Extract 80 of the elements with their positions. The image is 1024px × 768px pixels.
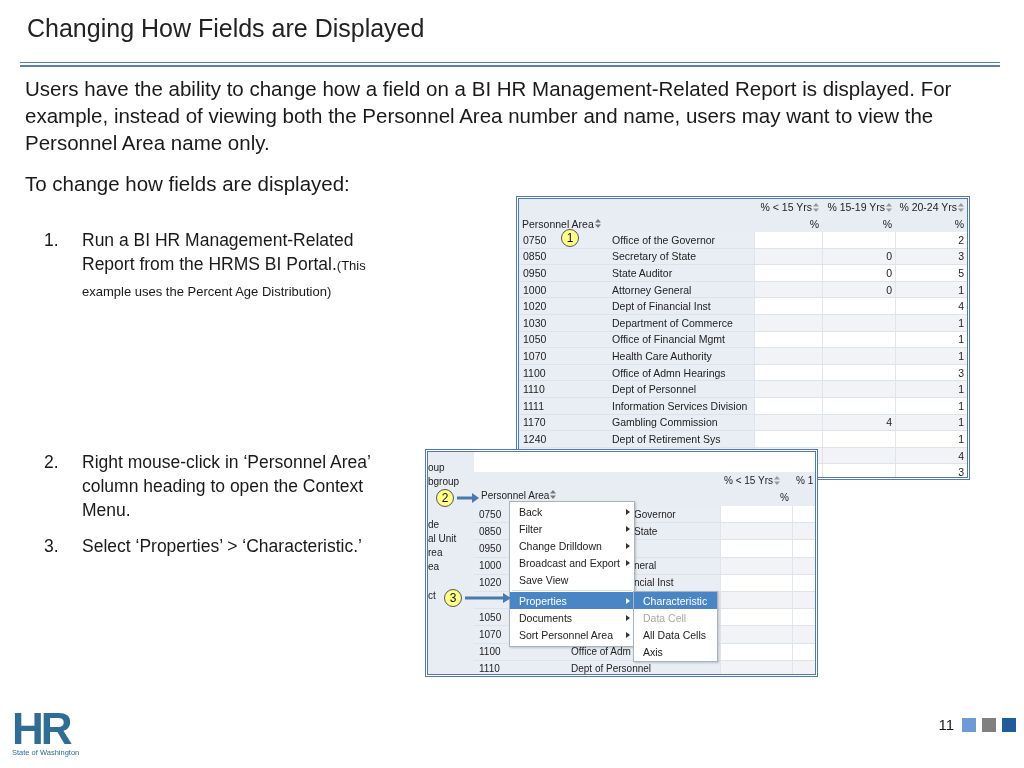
header-cell: % (720, 489, 792, 506)
table-cell: 1240 (519, 431, 608, 448)
caret-icon (626, 542, 630, 549)
sort-icon[interactable] (774, 476, 780, 485)
step-number: 3. (44, 535, 60, 558)
logo-letters: HR (12, 710, 71, 748)
table-cell: 3 (895, 464, 967, 477)
column-header[interactable]: % 1 (792, 472, 815, 489)
table-cell: 0 (822, 265, 895, 282)
page-number: 11 (938, 716, 954, 733)
table-cell: 1 (895, 381, 967, 398)
table-cell (792, 523, 815, 541)
table-cell (720, 626, 792, 644)
table-cell: 2 (895, 232, 967, 249)
table-cell: 5 (895, 265, 967, 282)
sort-icon[interactable] (958, 202, 964, 212)
table-cell: 1070 (519, 348, 608, 365)
table-cell (720, 609, 792, 627)
callout-arrow (465, 593, 511, 603)
table-cell: Health Care Authority (608, 348, 754, 365)
table-cell: 1020 (519, 298, 608, 315)
table-cell: 1 (895, 431, 967, 448)
table-cell (754, 348, 822, 365)
callout-arrow (457, 493, 479, 503)
sidebar-item[interactable]: bgroup (428, 475, 460, 490)
table-cell: 0950 (519, 265, 608, 282)
caret-icon (626, 525, 630, 532)
table-cell (792, 506, 815, 524)
table-cell: State Auditor (608, 265, 754, 282)
sidebar-item[interactable]: rea (428, 546, 443, 561)
step-text: Run a BI HR Management-Related Report from the HRMS BI Portal.(This example uses the Percent Age Distribution) (82, 229, 367, 301)
lead-text: To change how fields are displayed: (25, 171, 351, 197)
decor-square (982, 717, 996, 732)
table-cell (754, 232, 822, 249)
sort-icon[interactable] (813, 202, 819, 212)
table-cell: 4 (895, 298, 967, 315)
menu-item[interactable]: Properties (510, 591, 634, 610)
step-number: 1. (44, 229, 60, 252)
step-number: 2. (44, 451, 60, 474)
table-cell (720, 540, 792, 558)
table-cell: 1110 (519, 381, 608, 398)
table-cell: Office of the Governor (608, 232, 754, 249)
column-header[interactable]: % 15-19 Yrs (822, 199, 895, 216)
table-cell: 1 (895, 348, 967, 365)
sort-icon[interactable] (550, 490, 557, 499)
table-cell (792, 626, 815, 644)
column-header[interactable]: % < 15 Yrs (720, 472, 792, 489)
table-cell: Dept of Personnel (608, 381, 754, 398)
menu-item[interactable]: All Data Cells (634, 626, 717, 644)
sidebar-item[interactable]: ct (428, 588, 436, 604)
menu-item[interactable]: Axis (634, 643, 717, 661)
sidebar-item[interactable]: de (428, 517, 440, 532)
table-cell: Dept of Financial Inst (608, 298, 754, 315)
step-text: Select ‘Properties’ > ‘Characteristic.’ (82, 535, 362, 558)
table-cell (720, 523, 792, 541)
slide-title: Changing How Fields are Displayed (26, 13, 426, 44)
intro-paragraph: Users have the ability to change how a field on a BI HR Management-Related Report is displayed. For example, instead of viewing both the Personnel Area number and name, users may want to view the Personnel Area name only. (25, 76, 953, 156)
table-cell (754, 381, 822, 398)
table-cell (754, 265, 822, 282)
sidebar-item[interactable]: al Unit (428, 531, 457, 547)
caret-icon (626, 597, 630, 604)
table-cell (792, 609, 815, 627)
sort-icon[interactable] (594, 219, 601, 229)
step-text: Right mouse-click in ‘Personnel Area’ column heading to open the Context Menu. (82, 451, 372, 522)
decor-square (962, 717, 976, 732)
table-cell: Dept of Retirement Sys (608, 431, 754, 448)
caret-icon (626, 508, 630, 515)
table-cell (792, 540, 815, 558)
menu-item[interactable]: Characteristic (634, 592, 717, 610)
caret-icon (626, 614, 630, 621)
sidebar-item[interactable]: oup (428, 461, 445, 476)
decor-square (1002, 717, 1016, 732)
caret-icon (626, 560, 630, 567)
caret-icon (626, 631, 630, 638)
table-cell (720, 506, 792, 524)
column-header[interactable]: % < 15 Yrs (754, 199, 822, 216)
table-cell (754, 298, 822, 315)
sidebar-item[interactable]: ea (428, 560, 440, 575)
column-header[interactable]: % 20-24 Yrs (895, 199, 967, 216)
sort-icon[interactable] (886, 202, 892, 212)
